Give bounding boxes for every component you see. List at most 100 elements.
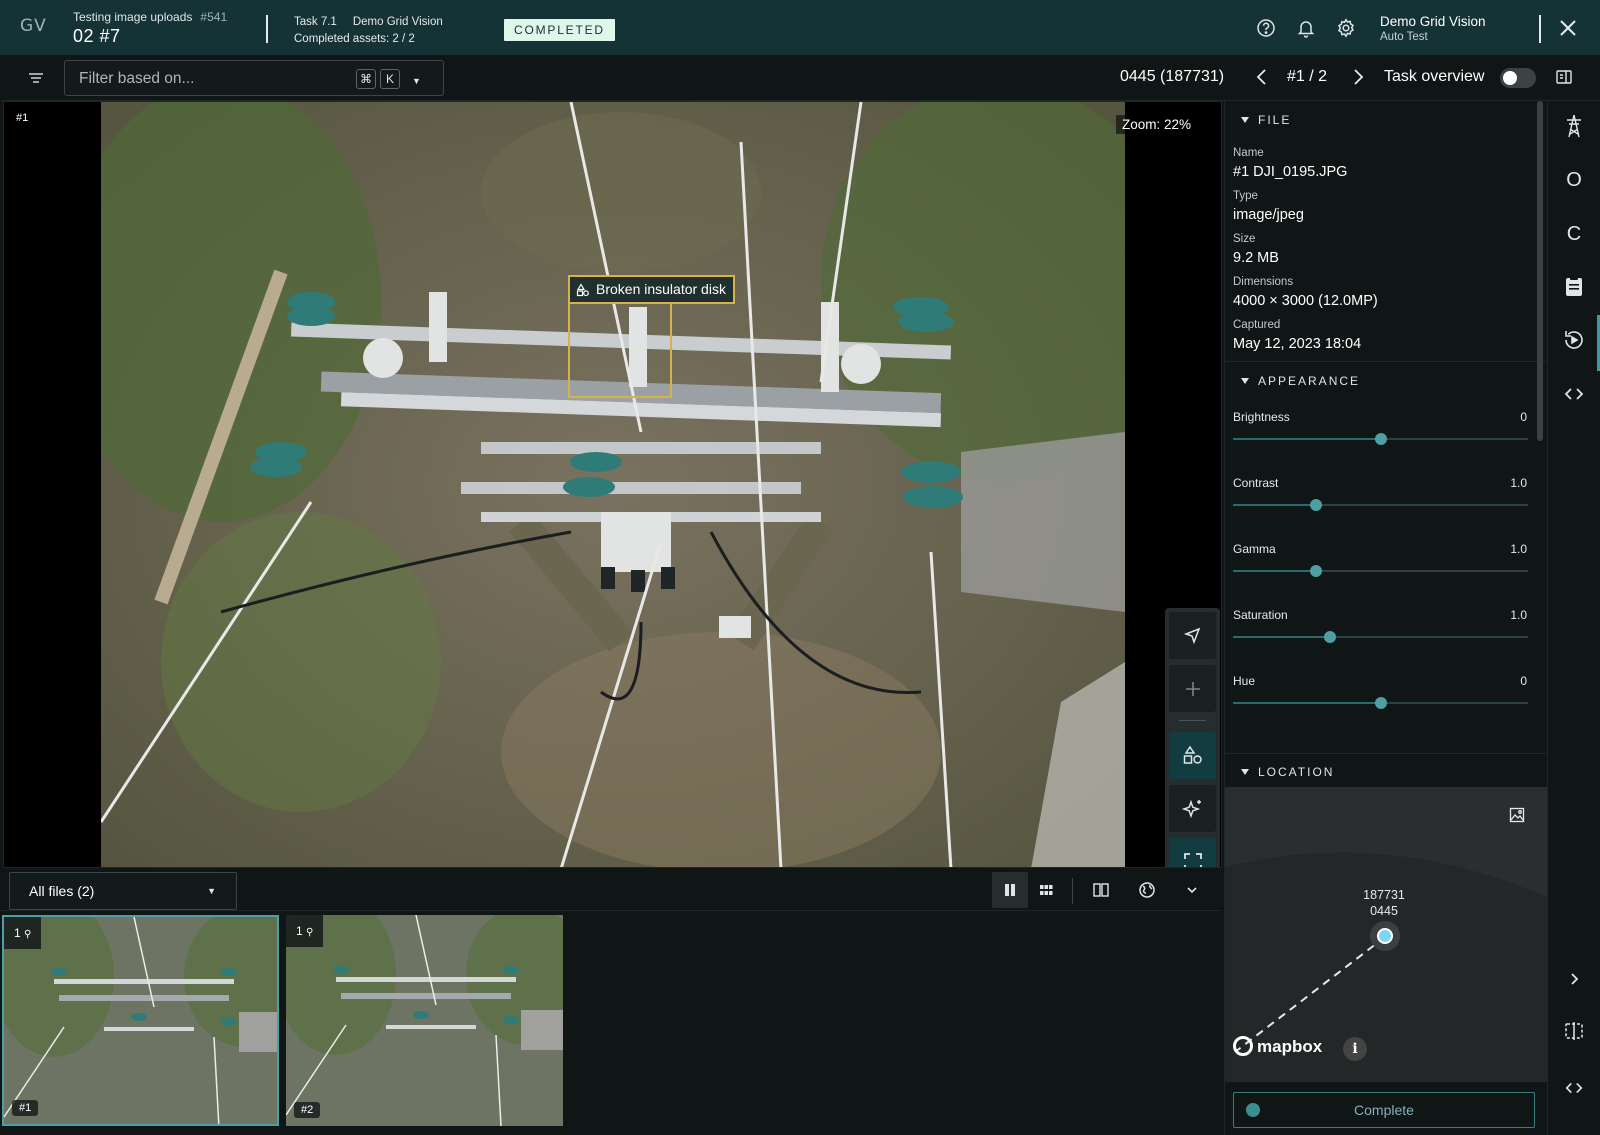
slider-value: 0 [1520,410,1527,424]
complete-button[interactable]: Complete [1233,1092,1535,1128]
files-select-value: All files (2) [29,883,95,899]
clipboard-icon[interactable] [1561,273,1587,299]
dimensions-label: Dimensions [1233,276,1294,288]
thumbnail-label: #1 [12,1100,39,1116]
chevron-down-icon[interactable]: ▼ [412,76,421,86]
code-icon[interactable] [1561,1075,1587,1101]
project-name: Testing image uploads [73,10,193,24]
slider-track[interactable] [1233,565,1528,577]
code-icon[interactable] [1561,381,1587,407]
close-icon[interactable] [1556,16,1580,40]
location-marker[interactable] [1370,921,1400,951]
task-overview-toggle[interactable] [1500,68,1536,88]
status-badge: COMPLETED [504,19,615,41]
slider-value: 0 [1520,674,1527,688]
project-sub: 02 #7 [73,26,121,46]
rail-item-o[interactable]: O [1561,167,1587,193]
task-id: Task 7.1 [294,16,337,28]
name-label: Name [1233,147,1264,159]
map-marker-label: 187731 0445 [1363,888,1405,918]
captured-value: May 12, 2023 18:04 [1233,336,1362,352]
slider-label: Hue [1233,674,1256,688]
project-info: Testing image uploads #541 02 #7 [73,10,227,47]
filter-list-icon[interactable] [27,69,45,87]
slider-track[interactable] [1233,631,1528,643]
thumbnail[interactable]: 1 ⚲ #2 [286,915,563,1126]
slider-fill [1233,636,1331,638]
user-menu[interactable]: Demo Grid Vision Auto Test [1380,14,1486,43]
chevron-down-icon: ▼ [207,886,216,896]
task-overview-label: Task overview [1384,68,1485,85]
chevron-right-icon[interactable] [1561,966,1587,992]
add-tool-icon[interactable] [1169,665,1216,712]
slider-label: Brightness [1233,410,1290,424]
globe-icon[interactable] [1129,872,1165,908]
previous-asset-icon[interactable] [1252,67,1272,87]
slider-fill [1233,570,1316,572]
annotation-count-badge: 1 ⚲ [4,917,42,949]
slider-thumb[interactable] [1324,631,1337,643]
side-rail: O C [1547,101,1600,1135]
history-icon[interactable] [1561,327,1587,353]
info-icon[interactable]: i [1343,1037,1367,1061]
gear-icon[interactable] [1336,18,1356,38]
grid-view-icon[interactable] [1028,872,1064,908]
help-icon[interactable] [1256,18,1276,38]
location-map[interactable]: 187731 0445 mapbox i [1225,787,1547,1082]
annotation-bounding-box[interactable] [568,301,672,398]
divider [1225,361,1547,362]
slider-value: 1.0 [1510,476,1527,490]
slider-thumb[interactable] [1374,433,1387,445]
slider-fill [1233,438,1381,440]
shapes-tool-icon[interactable] [1169,732,1216,779]
bell-icon[interactable] [1296,18,1316,38]
captured-label: Captured [1233,319,1281,331]
fullscreen-icon[interactable] [1169,838,1216,867]
chevron-down-icon[interactable] [1174,872,1210,908]
panel-layout-icon[interactable] [1555,68,1573,86]
mapbox-logo: mapbox [1233,1036,1322,1057]
zoom-level: Zoom: 22% [1116,115,1198,134]
power-tower-icon[interactable] [1561,113,1587,139]
select-tool-icon[interactable] [1169,612,1216,659]
ai-sparkle-icon[interactable] [1169,785,1216,832]
single-row-view-icon[interactable] [992,872,1028,908]
slider-thumb[interactable] [1374,697,1387,709]
app-logo[interactable]: GV [20,16,47,36]
shortcut-cmd: ⌘ [356,69,376,89]
slider-track[interactable] [1233,499,1528,511]
image-viewer[interactable]: #1 Zoom: 22% Broken insulator disk [3,101,1222,868]
user-role: Auto Test [1380,31,1428,43]
thumbnail[interactable]: 1 ⚲ #1 [2,915,279,1126]
slider-track[interactable] [1233,697,1528,709]
name-value: #1 DJI_0195.JPG [1233,164,1348,180]
type-value: image/jpeg [1233,207,1304,223]
split-view-icon[interactable] [1083,872,1119,908]
panel-scrollbar[interactable] [1537,101,1543,441]
task-org: Demo Grid Vision [352,16,443,28]
slider-track[interactable] [1233,433,1528,445]
image-number-label: #1 [16,112,29,124]
slider-label: Gamma [1233,542,1276,556]
files-select[interactable]: All files (2) ▼ [9,872,237,910]
details-panel: FILE Name #1 DJI_0195.JPG Type image/jpe… [1224,101,1547,1135]
top-bar: GV Testing image uploads #541 02 #7 Task … [0,0,1600,55]
thumbnail-strip: All files (2) ▼ 1 ⚲ #1 1 ⚲ #2 [0,870,1222,1135]
project-number: #541 [200,10,228,24]
file-section-header[interactable]: FILE [1241,113,1291,127]
next-asset-icon[interactable] [1348,67,1368,87]
rail-item-c[interactable]: C [1561,221,1587,247]
slider-thumb[interactable] [1309,565,1322,577]
task-progress: Completed assets: 2 / 2 [294,33,415,45]
filter-placeholder: Filter based on... [79,70,195,87]
shortcut-key: K [380,69,400,89]
filter-input[interactable]: Filter based on... ⌘ K ▼ [64,60,444,96]
slider-thumb[interactable] [1309,499,1322,511]
annotation-label[interactable]: Broken insulator disk [568,275,735,304]
divider [1225,753,1547,754]
map-layer-icon[interactable] [1509,807,1525,823]
appearance-section-header[interactable]: APPEARANCE [1241,374,1360,388]
inspection-photo [101,102,1125,867]
compare-icon[interactable] [1561,1018,1587,1044]
location-section-header[interactable]: LOCATION [1241,765,1334,779]
